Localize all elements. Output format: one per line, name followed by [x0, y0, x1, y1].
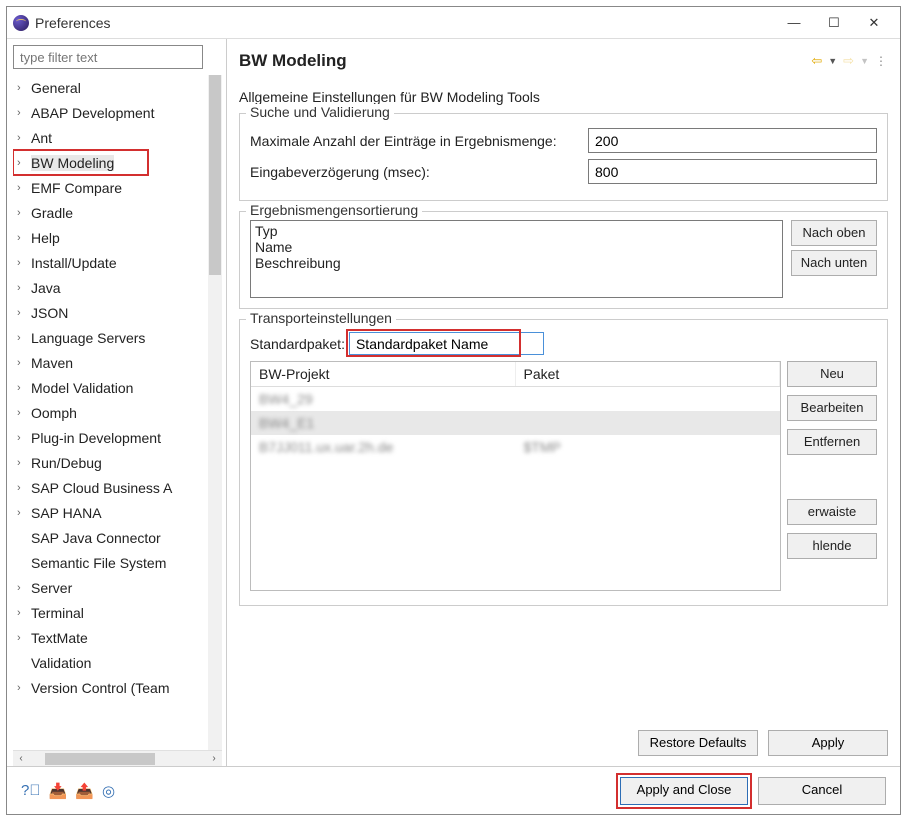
- tree-item[interactable]: ›Maven: [13, 350, 208, 375]
- page-description: Allgemeine Einstellungen für BW Modeling…: [239, 89, 888, 105]
- tree-item[interactable]: ›Version Control (Team: [13, 675, 208, 700]
- cancel-button[interactable]: Cancel: [758, 777, 886, 805]
- tree-item[interactable]: Validation: [13, 650, 208, 675]
- tree-item[interactable]: Semantic File System: [13, 550, 208, 575]
- oomph-icon[interactable]: ◎: [102, 782, 115, 800]
- tree-hscrollbar[interactable]: ‹›: [13, 750, 222, 766]
- tree-item[interactable]: ›Terminal: [13, 600, 208, 625]
- window-title: Preferences: [35, 15, 774, 31]
- tree-item[interactable]: SAP Java Connector: [13, 525, 208, 550]
- tree-item[interactable]: ›Model Validation: [13, 375, 208, 400]
- tree-item[interactable]: ›Gradle: [13, 200, 208, 225]
- page-title: BW Modeling: [239, 51, 811, 71]
- default-package-input[interactable]: [349, 332, 544, 355]
- back-icon[interactable]: ⇦: [811, 53, 822, 69]
- footer: ?⃝ 📥 📤 ◎ Apply and Close Cancel: [7, 766, 900, 814]
- import-icon[interactable]: 📥: [49, 782, 68, 800]
- project-package-table[interactable]: BW-Projekt Paket BW4_29BW4_E1B7JJ011.ux.…: [250, 361, 781, 591]
- group-transport: Transporteinstellungen Standardpaket: BW…: [239, 319, 888, 606]
- eclipse-icon: [13, 15, 29, 31]
- tree-item[interactable]: ›Run/Debug: [13, 450, 208, 475]
- tree-item[interactable]: ›Ant: [13, 125, 208, 150]
- group-search-legend: Suche und Validierung: [246, 104, 394, 120]
- tree-item[interactable]: ›Plug-in Development: [13, 425, 208, 450]
- move-down-button[interactable]: Nach unten: [791, 250, 877, 276]
- header-toolbar: ⇦ ▼ ⇨ ▼ ⋮: [811, 53, 888, 69]
- tree-item[interactable]: ›Oomph: [13, 400, 208, 425]
- titlebar: Preferences — ☐ ✕: [7, 7, 900, 39]
- tree-item[interactable]: ›TextMate: [13, 625, 208, 650]
- col-project: BW-Projekt: [251, 362, 516, 386]
- help-icon[interactable]: ?⃝: [21, 782, 41, 800]
- tree-item[interactable]: ›Language Servers: [13, 325, 208, 350]
- table-row[interactable]: BW4_E1: [251, 411, 780, 435]
- remove-button[interactable]: Entfernen: [787, 429, 877, 455]
- apply-button[interactable]: Apply: [768, 730, 888, 756]
- tree-item[interactable]: ›Install/Update: [13, 250, 208, 275]
- edit-button[interactable]: Bearbeiten: [787, 395, 877, 421]
- table-row[interactable]: B7JJ011.ux.uar.2h.de$TMP: [251, 435, 780, 459]
- sort-list-item[interactable]: Beschreibung: [255, 255, 778, 271]
- forward-icon: ⇨: [843, 53, 854, 69]
- sort-list-item[interactable]: Typ: [255, 223, 778, 239]
- apply-and-close-button[interactable]: Apply and Close: [620, 777, 748, 805]
- maximize-button[interactable]: ☐: [814, 9, 854, 37]
- forward-menu-icon: ▼: [860, 56, 869, 66]
- new-button[interactable]: Neu: [787, 361, 877, 387]
- tree-item[interactable]: ›ABAP Development: [13, 100, 208, 125]
- delay-input[interactable]: [588, 159, 877, 184]
- max-entries-label: Maximale Anzahl der Einträge in Ergebnis…: [250, 133, 580, 149]
- preferences-tree[interactable]: ›General›ABAP Development›Ant›BW Modelin…: [13, 75, 208, 750]
- add-missing-button[interactable]: hlende hinzufüg: [787, 533, 877, 559]
- tree-item[interactable]: ›EMF Compare: [13, 175, 208, 200]
- col-package: Paket: [516, 362, 781, 386]
- preferences-window: Preferences — ☐ ✕ ›General›ABAP Developm…: [6, 6, 901, 815]
- move-up-button[interactable]: Nach oben: [791, 220, 877, 246]
- delay-label: Eingabeverzögerung (msec):: [250, 164, 580, 180]
- sidebar: ›General›ABAP Development›Ant›BW Modelin…: [7, 39, 227, 766]
- table-row[interactable]: BW4_29: [251, 387, 780, 411]
- tree-item[interactable]: ›Java: [13, 275, 208, 300]
- close-button[interactable]: ✕: [854, 9, 894, 37]
- sort-list-item[interactable]: Name: [255, 239, 778, 255]
- tree-item[interactable]: ›BW Modeling: [13, 150, 148, 175]
- tree-scrollbar[interactable]: [208, 75, 222, 750]
- export-icon[interactable]: 📤: [75, 782, 94, 800]
- minimize-button[interactable]: —: [774, 9, 814, 37]
- tree-item[interactable]: ›JSON: [13, 300, 208, 325]
- restore-defaults-button[interactable]: Restore Defaults: [638, 730, 758, 756]
- default-package-label: Standardpaket:: [250, 336, 345, 352]
- tree-item[interactable]: ›Server: [13, 575, 208, 600]
- group-transport-legend: Transporteinstellungen: [246, 310, 396, 326]
- max-entries-input[interactable]: [588, 128, 877, 153]
- tree-item[interactable]: ›Help: [13, 225, 208, 250]
- tree-item[interactable]: ›SAP Cloud Business A: [13, 475, 208, 500]
- filter-input[interactable]: [13, 45, 203, 69]
- tree-item[interactable]: ›General: [13, 75, 208, 100]
- group-sort-legend: Ergebnismengensortierung: [246, 202, 422, 218]
- back-menu-icon[interactable]: ▼: [828, 56, 837, 66]
- sort-list[interactable]: TypNameBeschreibung: [250, 220, 783, 298]
- group-sort: Ergebnismengensortierung TypNameBeschrei…: [239, 211, 888, 309]
- remove-orphans-button[interactable]: erwaiste entferne: [787, 499, 877, 525]
- tree-item[interactable]: ›SAP HANA: [13, 500, 208, 525]
- view-menu-icon[interactable]: ⋮: [875, 54, 888, 68]
- group-search: Suche und Validierung Maximale Anzahl de…: [239, 113, 888, 201]
